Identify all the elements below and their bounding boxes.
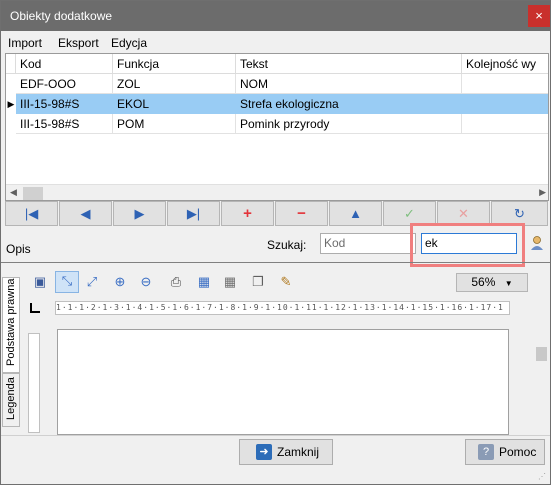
zoom-in-icon[interactable]: ⊕ <box>111 273 129 291</box>
vertical-scrollbar[interactable] <box>533 329 550 435</box>
fit-width-icon[interactable]: ⤢ <box>83 273 101 291</box>
menu-import[interactable]: Import <box>8 36 42 50</box>
cell-kod[interactable]: EDF-OOO <box>16 74 113 94</box>
horizontal-ruler[interactable]: 1·1·1·2·1·3·1·4·1·5·1·6·1·7·1·8·1·9·1·10… <box>55 301 510 315</box>
cell-tekst[interactable]: Strefa ekologiczna <box>236 94 462 114</box>
menu-eksport[interactable]: Eksport <box>58 36 99 50</box>
cell-tekst[interactable]: NOM <box>236 74 462 94</box>
help-button[interactable]: ? Pomoc <box>465 439 545 465</box>
first-record-button[interactable]: |◀ <box>5 201 58 226</box>
title-bar[interactable]: Obiekty dodatkowe × <box>1 1 550 31</box>
document-page[interactable] <box>57 329 509 435</box>
search-field-column[interactable]: Kod <box>320 233 416 254</box>
help-icon: ? <box>478 444 494 460</box>
editor-side-tabs: Podstawa prawna Legenda <box>2 277 20 433</box>
current-row-indicator: ▶ <box>6 94 16 114</box>
table-row-selected[interactable]: ▶ III-15-98#S EKOL Strefa ekologiczna <box>6 94 548 114</box>
zoom-value: 56% <box>471 275 496 289</box>
cell-kod[interactable]: III-15-98#S <box>16 114 113 134</box>
column-header-funkcja[interactable]: Funkcja <box>113 54 236 74</box>
edit-icon[interactable]: ✎ <box>277 273 295 291</box>
tab-podstawa-prawna[interactable]: Podstawa prawna <box>2 277 20 373</box>
delete-record-button[interactable]: − <box>275 201 328 226</box>
vertical-ruler[interactable] <box>28 333 40 433</box>
person-search-icon[interactable] <box>529 235 545 251</box>
cell-kod[interactable]: III-15-98#S <box>16 94 113 114</box>
column-header-kolejnosc[interactable]: Kolejność wy <box>462 54 548 74</box>
close-window-button[interactable]: × <box>528 5 550 27</box>
scroll-right-icon[interactable]: ▶ <box>539 187 546 198</box>
table-row[interactable]: III-15-98#S POM Pomink przyrody <box>6 114 548 134</box>
cell-funkcja[interactable]: POM <box>113 114 236 134</box>
search-label: Szukaj: <box>267 238 307 252</box>
column-header-kod[interactable]: Kod <box>16 54 113 74</box>
close-button-label: Zamknij <box>277 445 320 459</box>
menu-bar: Import Eksport Edycja <box>1 31 550 53</box>
cell-kolejnosc[interactable] <box>462 74 548 94</box>
dialog-window: Obiekty dodatkowe × Import Eksport Edycj… <box>0 0 551 485</box>
last-record-button[interactable]: ▶| <box>167 201 220 226</box>
save-icon[interactable]: ▣ <box>31 273 49 291</box>
tab-label: Podstawa prawna <box>5 278 17 366</box>
search-highlight-box <box>410 223 525 267</box>
close-button[interactable]: ➜ Zamknij <box>239 439 333 465</box>
column-header-tekst[interactable]: Tekst <box>236 54 462 74</box>
splitter[interactable] <box>1 262 550 263</box>
prev-record-button[interactable]: ◀ <box>59 201 112 226</box>
cell-funkcja[interactable]: ZOL <box>113 74 236 94</box>
chevron-down-icon: ▼ <box>504 279 513 288</box>
table-icon[interactable]: ▦ <box>195 273 213 291</box>
opis-label: Opis <box>6 242 31 256</box>
next-record-button[interactable]: ▶ <box>113 201 166 226</box>
window-title: Obiekty dodatkowe <box>10 9 113 23</box>
cell-kolejnosc[interactable] <box>462 94 548 114</box>
exit-icon: ➜ <box>256 444 272 460</box>
zoom-out-icon[interactable]: ⊖ <box>137 273 155 291</box>
help-button-label: Pomoc <box>499 445 537 459</box>
print-icon[interactable]: ⎙ <box>167 273 185 291</box>
document-editor: ▣ ⤡ ⤢ ⊕ ⊖ ⎙ ▦ ▦ ❐ ✎ 56% ▼ 1·1·1·2·1·3·1·… <box>23 267 550 435</box>
horizontal-scrollbar[interactable]: ◀ ▶ <box>6 184 548 200</box>
cell-tekst[interactable]: Pomink przyrody <box>236 114 462 134</box>
fit-page-icon[interactable]: ⤡ <box>55 271 79 293</box>
bottom-bar: ➜ Zamknij ? Pomoc ⋰ <box>1 435 550 484</box>
scroll-left-icon[interactable]: ◀ <box>10 187 17 198</box>
add-record-button[interactable]: + <box>221 201 274 226</box>
tab-legenda[interactable]: Legenda <box>2 373 20 427</box>
tab-stop-icon[interactable] <box>30 303 40 313</box>
resize-grip-icon[interactable]: ⋰ <box>538 472 548 482</box>
cell-kolejnosc[interactable] <box>462 114 548 134</box>
scrollbar-thumb[interactable] <box>536 347 547 361</box>
menu-edycja[interactable]: Edycja <box>111 36 147 50</box>
table-header: Kod Funkcja Tekst Kolejność wy <box>6 54 548 74</box>
scrollbar-thumb[interactable] <box>23 187 43 200</box>
cell-funkcja[interactable]: EKOL <box>113 94 236 114</box>
zoom-select[interactable]: 56% ▼ <box>456 273 528 292</box>
copy-icon[interactable]: ❐ <box>249 273 267 291</box>
objects-table[interactable]: Kod Funkcja Tekst Kolejność wy EDF-OOO Z… <box>5 53 549 201</box>
table-row[interactable]: EDF-OOO ZOL NOM <box>6 74 548 94</box>
tab-label: Legenda <box>5 377 17 420</box>
table-grid-icon[interactable]: ▦ <box>221 273 239 291</box>
header-indicator <box>6 54 16 74</box>
edit-record-button[interactable]: ▲ <box>329 201 382 226</box>
